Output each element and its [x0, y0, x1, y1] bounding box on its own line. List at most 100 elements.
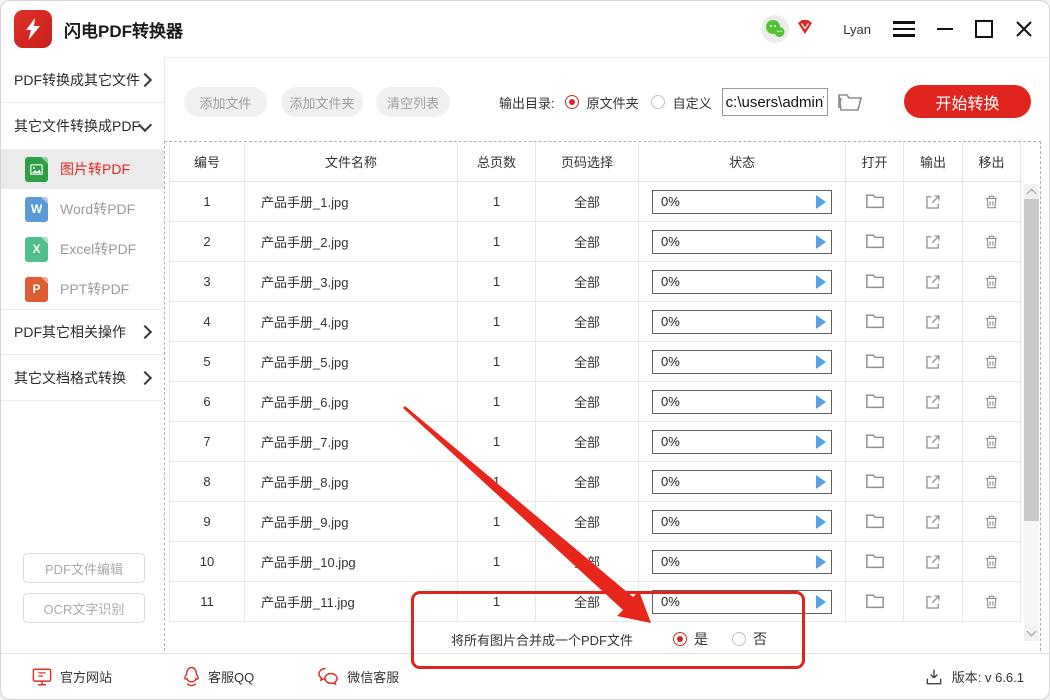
trash-icon[interactable] [981, 431, 1003, 453]
play-icon[interactable] [816, 595, 826, 609]
open-folder-icon[interactable] [864, 311, 886, 333]
radio-original-folder[interactable] [565, 95, 579, 109]
trash-icon[interactable] [981, 351, 1003, 373]
cell-range[interactable]: 全部 [536, 422, 639, 461]
sidebar-section-other-to-pdf[interactable]: 其它文件转换成PDF [1, 103, 164, 149]
trash-icon[interactable] [981, 231, 1003, 253]
pdf-edit-button[interactable]: PDF文件编辑 [23, 553, 145, 583]
sidebar-item-excel-to-pdf[interactable]: X Excel转PDF [1, 229, 164, 269]
start-convert-button[interactable]: 开始转换 [904, 85, 1031, 118]
cell-range[interactable]: 全部 [536, 182, 639, 221]
cell-name: 产品手册_3.jpg [245, 262, 458, 301]
trash-icon[interactable] [981, 311, 1003, 333]
export-icon[interactable] [922, 551, 944, 573]
progress-label: 0% [661, 234, 680, 249]
export-icon[interactable] [922, 231, 944, 253]
output-path-input[interactable] [722, 88, 828, 116]
wechat-support-link[interactable]: 微信客服 [316, 667, 399, 687]
username-label[interactable]: Lyan [843, 22, 871, 37]
progress-bar: 0% [652, 470, 832, 494]
sidebar-item-word-to-pdf[interactable]: W Word转PDF [1, 189, 164, 229]
export-icon[interactable] [922, 511, 944, 533]
sidebar-item-ppt-to-pdf[interactable]: P PPT转PDF [1, 269, 164, 309]
cell-range[interactable]: 全部 [536, 262, 639, 301]
open-folder-icon[interactable] [864, 351, 886, 373]
open-folder-icon[interactable] [864, 231, 886, 253]
open-folder-icon[interactable] [864, 271, 886, 293]
trash-icon[interactable] [981, 271, 1003, 293]
open-folder-icon[interactable] [864, 511, 886, 533]
play-icon[interactable] [816, 555, 826, 569]
add-folder-button[interactable]: 添加文件夹 [281, 87, 363, 117]
open-folder-icon[interactable] [864, 191, 886, 213]
radio-custom-folder-label[interactable]: 自定义 [673, 93, 712, 112]
merge-no-label[interactable]: 否 [753, 629, 767, 649]
play-icon[interactable] [816, 515, 826, 529]
clear-list-button[interactable]: 清空列表 [376, 87, 450, 117]
export-icon[interactable] [922, 471, 944, 493]
scroll-down-button[interactable] [1024, 625, 1039, 641]
cell-range[interactable]: 全部 [536, 582, 639, 621]
add-file-button[interactable]: 添加文件 [184, 87, 267, 117]
sidebar-section-pdf-to-other[interactable]: PDF转换成其它文件 [1, 57, 164, 103]
cell-range[interactable]: 全部 [536, 382, 639, 421]
cell-range[interactable]: 全部 [536, 302, 639, 341]
official-website-link[interactable]: 官方网站 [31, 667, 112, 687]
maximize-button[interactable] [975, 19, 993, 39]
export-icon[interactable] [922, 311, 944, 333]
play-icon[interactable] [816, 275, 826, 289]
cell-pages: 1 [458, 382, 536, 421]
open-folder-icon[interactable] [864, 591, 886, 613]
trash-icon[interactable] [981, 391, 1003, 413]
cell-range[interactable]: 全部 [536, 222, 639, 261]
table-scrollbar[interactable] [1024, 184, 1039, 641]
vip-gem-icon[interactable] [795, 18, 815, 41]
trash-icon[interactable] [981, 551, 1003, 573]
trash-icon[interactable] [981, 511, 1003, 533]
export-icon[interactable] [922, 591, 944, 613]
trash-icon[interactable] [981, 471, 1003, 493]
open-folder-icon[interactable] [864, 391, 886, 413]
trash-icon[interactable] [981, 591, 1003, 613]
minimize-button[interactable] [937, 19, 953, 39]
cell-range[interactable]: 全部 [536, 342, 639, 381]
toolbar: 添加文件 添加文件夹 清空列表 输出目录: 原文件夹 自定义 开始转换 [165, 57, 1049, 141]
merge-no-radio[interactable] [732, 632, 746, 646]
trash-icon[interactable] [981, 191, 1003, 213]
merge-yes-label[interactable]: 是 [694, 629, 708, 649]
play-icon[interactable] [816, 475, 826, 489]
sidebar-section-pdf-ops[interactable]: PDF其它相关操作 [1, 309, 164, 355]
browse-folder-icon[interactable] [836, 91, 866, 113]
export-icon[interactable] [922, 271, 944, 293]
cell-pages: 1 [458, 462, 536, 501]
play-icon[interactable] [816, 235, 826, 249]
scroll-up-button[interactable] [1024, 184, 1039, 200]
sidebar-section-other-formats[interactable]: 其它文档格式转换 [1, 355, 164, 401]
export-icon[interactable] [922, 191, 944, 213]
open-folder-icon[interactable] [864, 471, 886, 493]
play-icon[interactable] [816, 355, 826, 369]
sidebar-item-image-to-pdf[interactable]: 图片转PDF [1, 149, 164, 189]
play-icon[interactable] [816, 195, 826, 209]
radio-custom-folder[interactable] [651, 95, 665, 109]
open-folder-icon[interactable] [864, 431, 886, 453]
merge-yes-radio[interactable] [673, 632, 687, 646]
play-icon[interactable] [816, 315, 826, 329]
cell-range[interactable]: 全部 [536, 502, 639, 541]
menu-button[interactable] [893, 19, 915, 39]
cell-range[interactable]: 全部 [536, 462, 639, 501]
export-icon[interactable] [922, 391, 944, 413]
open-folder-icon[interactable] [864, 551, 886, 573]
wechat-account-icon[interactable] [761, 15, 789, 43]
export-icon[interactable] [922, 431, 944, 453]
radio-original-folder-label[interactable]: 原文件夹 [587, 93, 639, 112]
export-icon[interactable] [922, 351, 944, 373]
play-icon[interactable] [816, 395, 826, 409]
ocr-button[interactable]: OCR文字识别 [23, 593, 145, 623]
cell-name: 产品手册_7.jpg [245, 422, 458, 461]
close-button[interactable] [1015, 19, 1033, 39]
scrollbar-thumb[interactable] [1024, 199, 1039, 521]
play-icon[interactable] [816, 435, 826, 449]
qq-support-link[interactable]: 客服QQ [182, 666, 254, 687]
cell-range[interactable]: 全部 [536, 542, 639, 581]
